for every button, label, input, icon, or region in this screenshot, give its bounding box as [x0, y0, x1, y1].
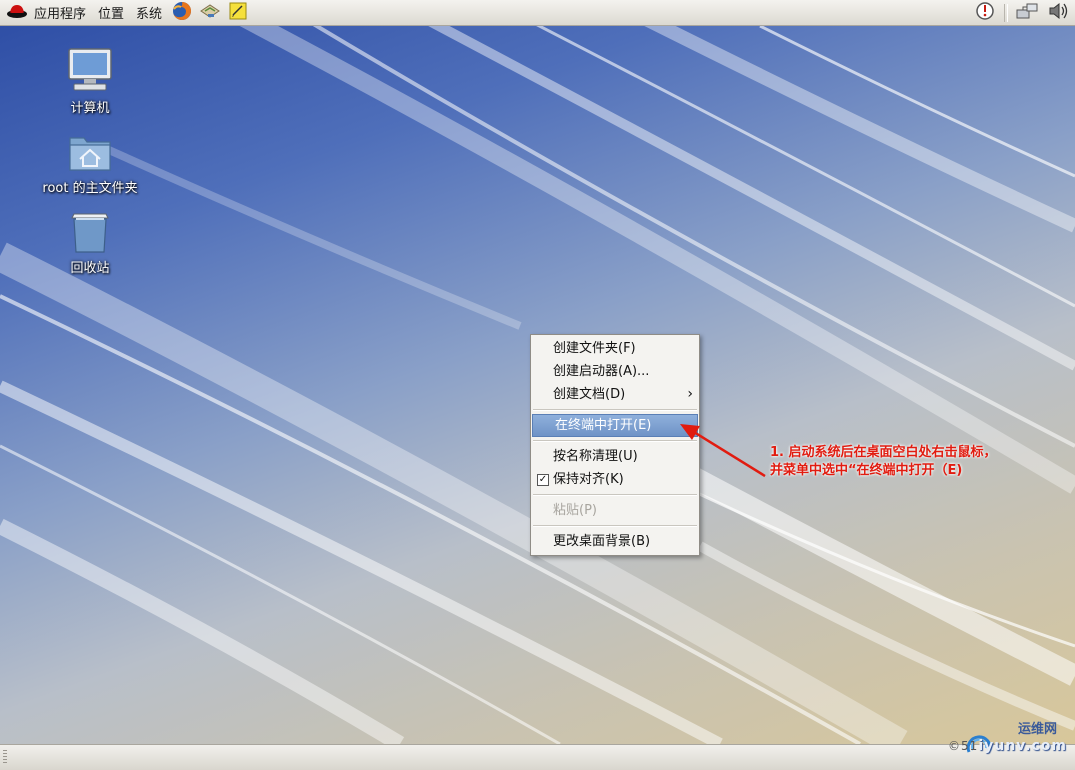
update-tray[interactable]: [969, 0, 1001, 26]
watermark-domain-text: iyunv.com: [978, 738, 1067, 754]
annotation-line-2: 并菜单中选中“在终端中打开（E): [770, 463, 963, 478]
watermark-domain: ©51iyunv.com: [948, 738, 1067, 754]
menu-item-label: 更改桌面背景(B): [553, 534, 651, 549]
volume-tray[interactable]: [1043, 0, 1075, 26]
notes-launcher[interactable]: [224, 0, 252, 26]
menu-item-create-document[interactable]: 创建文档(D) ›: [531, 383, 699, 406]
update-icon: [975, 1, 995, 25]
mail-icon: [199, 1, 221, 25]
network-icon: [1015, 1, 1039, 25]
menu-item-create-folder[interactable]: 创建文件夹(F): [531, 337, 699, 360]
menu-item-keep-aligned[interactable]: ✓ 保持对齐(K): [531, 468, 699, 491]
applications-menu[interactable]: 应用程序: [0, 0, 92, 26]
trash-icon: [35, 210, 145, 254]
tray-separator: [1004, 4, 1008, 22]
chevron-right-icon: ›: [687, 386, 693, 402]
desktop-icon-label: 计算机: [70, 101, 110, 116]
menu-item-label: 保持对齐(K): [553, 472, 624, 487]
menu-item-change-background[interactable]: 更改桌面背景(B): [531, 530, 699, 553]
watermark-prefix: ©51: [948, 739, 979, 753]
places-menu[interactable]: 位置: [92, 0, 130, 26]
mail-launcher[interactable]: [196, 0, 224, 26]
checkbox-checked-icon[interactable]: ✓: [537, 474, 549, 486]
network-tray[interactable]: [1011, 0, 1043, 26]
menu-item-label: 创建文件夹(F): [553, 341, 636, 356]
panel-grip-handle[interactable]: [3, 750, 7, 765]
menu-item-paste: 粘贴(P): [531, 499, 699, 522]
firefox-icon: [171, 0, 193, 26]
bottom-panel: [0, 744, 1075, 770]
desktop-context-menu: 创建文件夹(F) 创建启动器(A)... 创建文档(D) › 在终端中打开(E)…: [530, 334, 700, 556]
desktop-icon-label: root 的主文件夹: [42, 181, 138, 196]
menu-item-label: 创建启动器(A)...: [553, 364, 650, 379]
system-menu[interactable]: 系统: [130, 0, 168, 26]
menu-separator: [533, 440, 697, 442]
volume-icon: [1048, 1, 1070, 25]
menu-separator: [533, 494, 697, 496]
desktop-icon-computer[interactable]: 计算机: [35, 46, 145, 116]
system-menu-label: 系统: [136, 7, 163, 22]
watermark: 运维网 ©51iyunv.com: [948, 716, 1071, 768]
menu-item-clean-up-by-name[interactable]: 按名称清理(U): [531, 445, 699, 468]
menu-item-label: 在终端中打开(E): [555, 418, 652, 433]
menu-item-label: 按名称清理(U): [553, 449, 638, 464]
redhat-logo-icon: [6, 2, 28, 24]
menu-item-label: 创建文档(D): [553, 387, 626, 402]
computer-icon: [35, 46, 145, 94]
menu-item-label: 粘贴(P): [553, 503, 597, 518]
places-menu-label: 位置: [98, 7, 125, 22]
menu-item-open-in-terminal[interactable]: 在终端中打开(E): [532, 414, 698, 437]
annotation-line-1: 1. 启动系统后在桌面空白处右击鼠标，: [770, 445, 997, 460]
menu-separator: [533, 525, 697, 527]
applications-menu-label: 应用程序: [34, 7, 87, 22]
home-folder-icon: [35, 130, 145, 174]
menu-separator: [533, 409, 697, 411]
desktop-icon-label: 回收站: [70, 261, 110, 276]
firefox-launcher[interactable]: [168, 0, 196, 26]
annotation-note: 1. 启动系统后在桌面空白处右击鼠标， 并菜单中选中“在终端中打开（E): [770, 444, 1060, 480]
menu-item-create-launcher[interactable]: 创建启动器(A)...: [531, 360, 699, 383]
desktop-icon-home-folder[interactable]: root 的主文件夹: [35, 130, 145, 196]
top-panel: 应用程序 位置 系统: [0, 0, 1075, 26]
notes-icon: [227, 1, 249, 25]
watermark-title: 运维网: [1017, 722, 1057, 737]
desktop-icon-trash[interactable]: 回收站: [35, 210, 145, 276]
